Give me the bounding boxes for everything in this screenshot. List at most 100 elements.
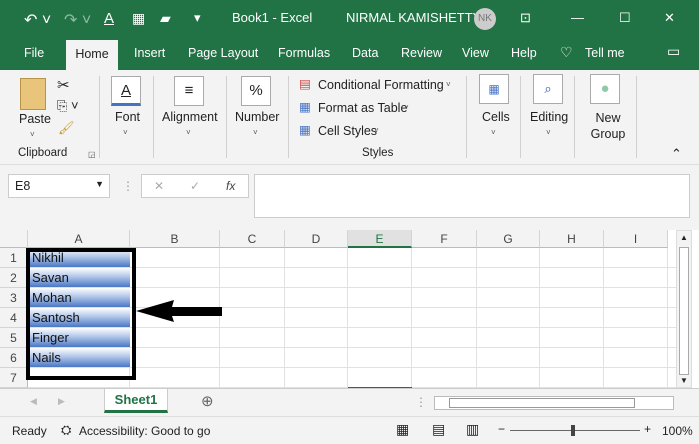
- select-all[interactable]: [0, 230, 28, 248]
- alignment-icon[interactable]: ≡: [174, 76, 204, 106]
- font-button[interactable]: Font: [115, 110, 140, 124]
- accessibility-icon: ⛭: [61, 422, 72, 437]
- format-painter-icon[interactable]: 🖌: [58, 120, 75, 136]
- collapse-ribbon-icon[interactable]: ⌃: [671, 146, 682, 162]
- row-header-7[interactable]: 7: [0, 368, 28, 388]
- column-header-e[interactable]: E: [348, 230, 412, 248]
- new-group-icon[interactable]: ●: [590, 74, 620, 104]
- cut-icon[interactable]: ✂: [57, 76, 70, 94]
- horizontal-scrollbar[interactable]: [434, 396, 674, 410]
- title-bar: ↶ ˅ ↷ ˅ A ▦ ▰ ▾ Book1 - Excel NIRMAL KAM…: [0, 0, 699, 70]
- highlight-box: [26, 248, 136, 380]
- column-header-f[interactable]: F: [412, 230, 477, 248]
- alignment-button[interactable]: Alignment: [162, 110, 218, 124]
- tell-me[interactable]: Tell me: [585, 46, 625, 60]
- formula-buttons: ✕ ✓ fx: [141, 174, 249, 198]
- normal-view-icon[interactable]: ▦: [396, 421, 409, 438]
- name-box[interactable]: E8 ▼: [8, 174, 110, 198]
- row-header-3[interactable]: 3: [0, 288, 28, 308]
- zoom-slider[interactable]: [510, 430, 640, 431]
- cell-styles-icon: ▦: [299, 123, 311, 137]
- row-header-2[interactable]: 2: [0, 268, 28, 288]
- vertical-scrollbar[interactable]: ▲ ▼: [676, 230, 692, 388]
- cells-icon[interactable]: ▦: [479, 74, 509, 104]
- column-header-c[interactable]: C: [220, 230, 285, 248]
- sheet-tab-sheet1[interactable]: Sheet1: [104, 388, 168, 413]
- maximize-icon[interactable]: ☐: [619, 10, 631, 26]
- font-icon[interactable]: A: [111, 76, 141, 106]
- scroll-thumb: [449, 398, 635, 408]
- enter-icon[interactable]: ✓: [190, 179, 200, 193]
- conditional-formatting-button[interactable]: Conditional Formatting: [318, 78, 444, 92]
- formula-input[interactable]: [254, 174, 690, 218]
- redo-icon[interactable]: ↷ ˅: [64, 10, 91, 30]
- zoom-in-icon[interactable]: +: [644, 422, 651, 436]
- more-icon: ⋮: [122, 179, 134, 193]
- open-folder-icon[interactable]: ▰: [160, 10, 171, 27]
- cancel-icon[interactable]: ✕: [154, 179, 164, 193]
- row-header-1[interactable]: 1: [0, 248, 28, 268]
- status-ready: Ready: [12, 424, 47, 438]
- new-group-button[interactable]: New Group: [584, 110, 632, 142]
- insert-function-icon[interactable]: fx: [226, 179, 235, 193]
- paste-button[interactable]: Paste: [19, 112, 51, 126]
- column-header-h[interactable]: H: [540, 230, 604, 248]
- copy-icon[interactable]: ⎘ ˅: [57, 98, 79, 114]
- prev-sheet-icon[interactable]: ◀: [30, 396, 37, 407]
- add-sheet-icon[interactable]: ⊕: [201, 392, 214, 410]
- comments-icon[interactable]: ▭: [667, 43, 680, 60]
- avatar[interactable]: NK: [474, 8, 496, 30]
- tab-insert[interactable]: Insert: [134, 46, 165, 60]
- dialog-launcher-icon[interactable]: ◲: [88, 150, 96, 159]
- formula-bar: E8 ▼ ⋮ ✕ ✓ fx: [0, 165, 699, 230]
- customize-qat-icon[interactable]: ▾: [194, 10, 201, 26]
- zoom-out-icon[interactable]: −: [498, 422, 505, 436]
- font-color-icon[interactable]: A: [104, 10, 114, 27]
- column-header-i[interactable]: I: [604, 230, 668, 248]
- column-header-a[interactable]: A: [28, 230, 130, 248]
- percent-icon[interactable]: %: [241, 76, 271, 106]
- column-header-b[interactable]: B: [130, 230, 220, 248]
- undo-icon[interactable]: ↶ ˅: [24, 10, 51, 30]
- tab-data[interactable]: Data: [352, 46, 378, 60]
- scroll-up-icon: ▲: [680, 233, 688, 242]
- tab-view[interactable]: View: [462, 46, 489, 60]
- page-layout-view-icon[interactable]: ▤: [432, 421, 445, 438]
- next-sheet-icon[interactable]: ▶: [58, 396, 65, 407]
- styles-group-label: Styles: [362, 147, 394, 159]
- row-header-6[interactable]: 6: [0, 348, 28, 368]
- page-break-view-icon[interactable]: ▥: [466, 421, 479, 438]
- accessibility-status[interactable]: Accessibility: Good to go: [79, 424, 210, 438]
- column-header-g[interactable]: G: [477, 230, 540, 248]
- name-box-value: E8: [15, 179, 31, 193]
- paste-icon[interactable]: [20, 78, 46, 110]
- borders-icon[interactable]: ▦: [132, 10, 145, 27]
- find-icon[interactable]: ⌕: [533, 74, 563, 104]
- format-as-table-icon: ▦: [299, 100, 311, 114]
- row-header-5[interactable]: 5: [0, 328, 28, 348]
- user-name[interactable]: NIRMAL KAMISHETTY: [346, 10, 481, 25]
- close-icon[interactable]: ✕: [664, 10, 675, 26]
- tab-home[interactable]: Home: [66, 40, 118, 70]
- tab-file[interactable]: File: [24, 46, 44, 60]
- clipboard-group-label: Clipboard: [18, 147, 68, 159]
- cells-button[interactable]: Cells: [482, 110, 510, 124]
- tab-help[interactable]: Help: [511, 46, 537, 60]
- tab-review[interactable]: Review: [401, 46, 442, 60]
- editing-button[interactable]: Editing: [530, 110, 568, 124]
- sheet-tab-bar: ◀ ▶ Sheet1 ⊕ ⋮: [0, 388, 699, 416]
- row-header-4[interactable]: 4: [0, 308, 28, 328]
- cell-styles-button[interactable]: Cell Styles: [318, 124, 377, 138]
- column-header-d[interactable]: D: [285, 230, 348, 248]
- zoom-level[interactable]: 100%: [662, 424, 693, 438]
- tab-formulas[interactable]: Formulas: [278, 46, 330, 60]
- more-icon: ⋮: [415, 395, 427, 409]
- number-button[interactable]: Number: [235, 110, 279, 124]
- format-as-table-button[interactable]: Format as Table: [318, 101, 407, 115]
- arrow-icon: [136, 300, 222, 322]
- document-title: Book1 - Excel: [232, 10, 313, 25]
- tab-page-layout[interactable]: Page Layout: [188, 46, 258, 60]
- minimize-icon[interactable]: —: [571, 10, 584, 25]
- ribbon-display-icon[interactable]: ⊡: [520, 10, 531, 26]
- zoom-slider-thumb[interactable]: [571, 425, 575, 436]
